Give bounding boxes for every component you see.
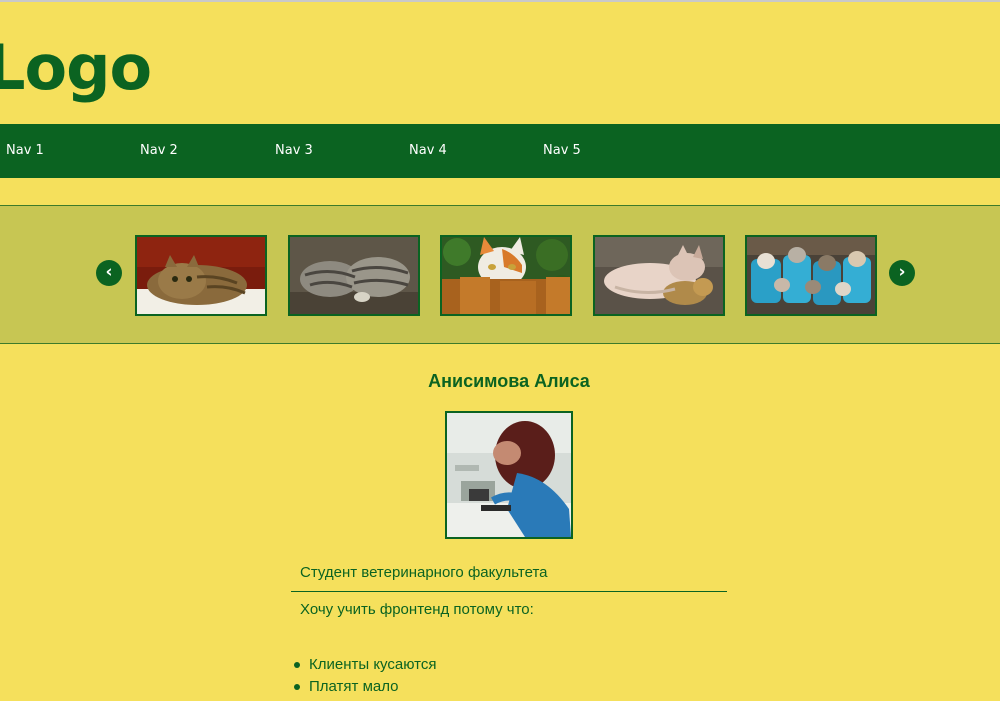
carousel-next-button[interactable]: › bbox=[889, 260, 915, 286]
bullet-icon bbox=[294, 662, 300, 668]
logo[interactable]: Logo bbox=[0, 30, 152, 106]
carousel-thumbnail-5[interactable] bbox=[745, 235, 877, 316]
section-divider bbox=[291, 591, 727, 592]
nav-item-5[interactable]: Nav 5 bbox=[543, 143, 581, 159]
reasons-list: Клиенты кусаются Платят мало bbox=[292, 654, 436, 698]
carousel-thumbnail-4[interactable] bbox=[593, 235, 725, 316]
cat-photo-3 bbox=[442, 237, 570, 314]
image-carousel: ‹ › bbox=[0, 205, 1000, 344]
cat-photo-2 bbox=[290, 237, 418, 314]
nav-item-4[interactable]: Nav 4 bbox=[409, 143, 447, 159]
carousel-prev-button[interactable]: ‹ bbox=[96, 260, 122, 286]
profile-avatar bbox=[445, 411, 573, 539]
nav-item-3[interactable]: Nav 3 bbox=[275, 143, 313, 159]
carousel-thumbnail-1[interactable] bbox=[135, 235, 267, 316]
list-item: Платят мало bbox=[292, 676, 436, 698]
main-nav: Nav 1 Nav 2 Nav 3 Nav 4 Nav 5 bbox=[0, 124, 1000, 178]
bullet-icon bbox=[294, 684, 300, 690]
list-item: Клиенты кусаются bbox=[292, 654, 436, 676]
list-item-text: Платят мало bbox=[309, 678, 399, 695]
nav-item-2[interactable]: Nav 2 bbox=[140, 143, 178, 159]
profile-description: Студент ветеринарного факультета bbox=[300, 564, 548, 581]
carousel-thumbnail-3[interactable] bbox=[440, 235, 572, 316]
reasons-heading: Хочу учить фронтенд потому что: bbox=[300, 601, 534, 618]
list-item-text: Клиенты кусаются bbox=[309, 656, 437, 673]
top-border bbox=[0, 0, 1000, 2]
carousel-thumbnail-2[interactable] bbox=[288, 235, 420, 316]
avatar-photo bbox=[447, 413, 571, 537]
cat-photo-4 bbox=[595, 237, 723, 314]
cat-photo-1 bbox=[137, 237, 265, 314]
nav-item-1[interactable]: Nav 1 bbox=[6, 143, 44, 159]
cat-photo-5 bbox=[747, 237, 875, 314]
profile-name: Анисимова Алиса bbox=[428, 371, 590, 391]
